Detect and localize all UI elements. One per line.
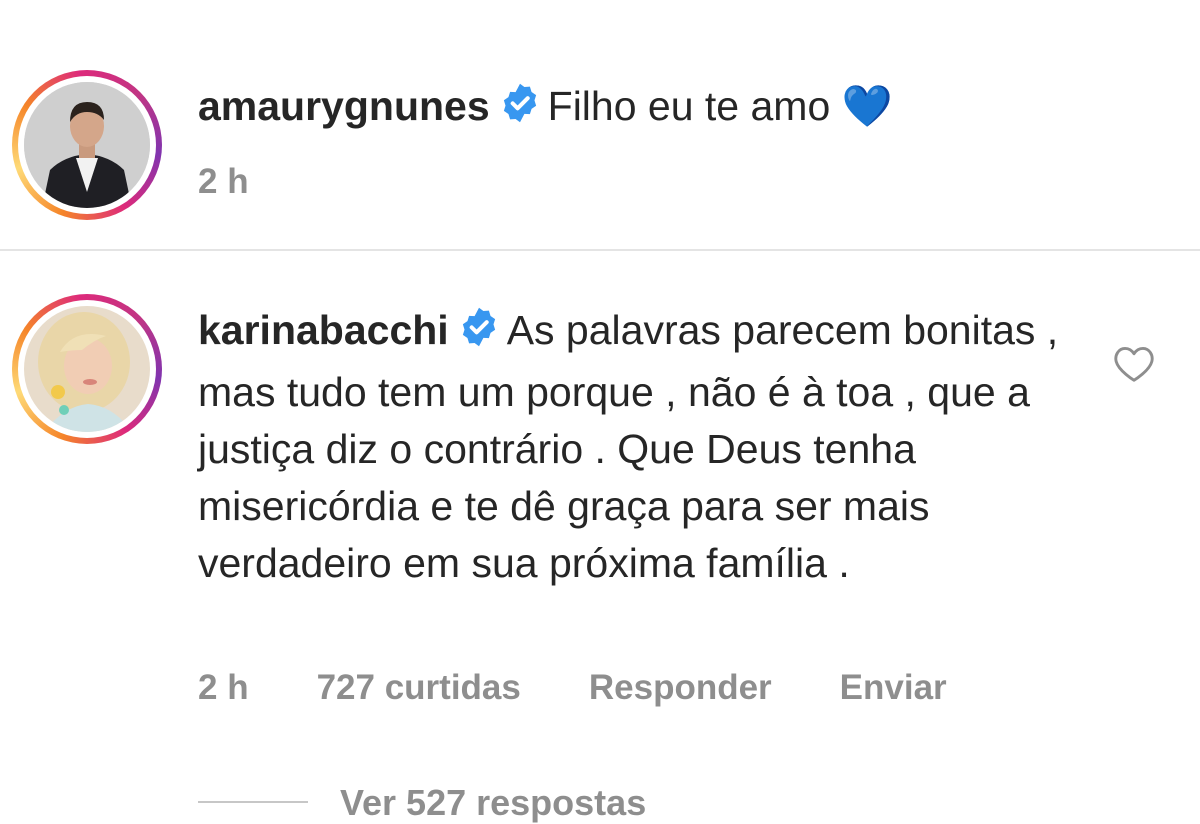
view-replies-button[interactable]: Ver 527 respostas	[340, 782, 646, 824]
comment-username[interactable]: karinabacchi	[198, 307, 449, 353]
comment-text-block: amaurygnunes Filho eu te amo 💙	[198, 78, 1078, 140]
comment-timestamp: 2 h	[198, 162, 249, 201]
comment-timestamp: 2 h	[198, 668, 249, 707]
verified-badge-icon	[498, 81, 542, 140]
comment-text-block: karinabacchi As palavras parecem bonitas …	[198, 302, 1078, 592]
likes-count[interactable]: 727 curtidas	[317, 668, 521, 707]
send-button[interactable]: Enviar	[840, 668, 947, 707]
avatar-amaurygnunes[interactable]	[24, 82, 150, 208]
divider	[0, 249, 1200, 251]
verified-badge-icon	[457, 305, 501, 364]
view-replies-line	[198, 801, 308, 803]
reply-button[interactable]: Responder	[589, 668, 772, 707]
blue-heart-emoji: 💙	[841, 82, 893, 130]
comment-username[interactable]: amaurygnunes	[198, 83, 490, 129]
comment-meta: 2 h	[198, 162, 317, 202]
comment-text: Filho eu te amo	[547, 83, 831, 129]
avatar-karinabacchi[interactable]	[24, 306, 150, 432]
avatar-ring-story[interactable]	[12, 70, 162, 220]
heart-outline-icon[interactable]	[1112, 343, 1156, 388]
comment-meta: 2 h 727 curtidas Responder Enviar	[198, 668, 947, 708]
avatar-ring-story[interactable]	[12, 294, 162, 444]
